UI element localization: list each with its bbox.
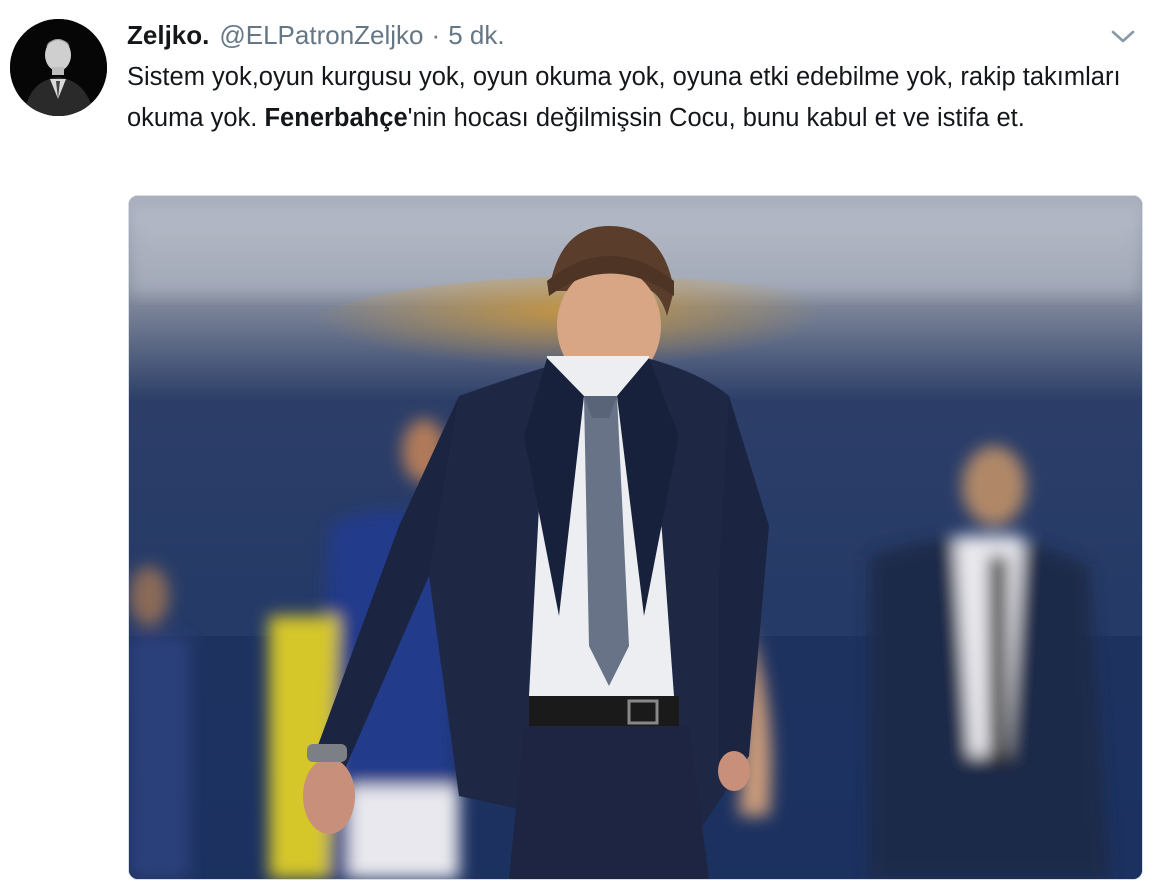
hashtag-keyword[interactable]: Fenerbahçe [264, 104, 407, 132]
tweet-header: Zeljko. @ELPatronZeljko · 5 dk. [127, 17, 505, 53]
timestamp[interactable]: 5 dk. [448, 17, 504, 53]
photo-image [129, 196, 1142, 879]
tweet: Zeljko. @ELPatronZeljko · 5 dk. Sistem y… [0, 0, 1160, 890]
tweet-text: Sistem yok,oyun kurgusu yok, oyun okuma … [127, 57, 1147, 139]
avatar-image [10, 19, 107, 116]
user-handle[interactable]: @ELPatronZeljko [219, 17, 423, 53]
display-name[interactable]: Zeljko. [127, 17, 209, 53]
tweet-text-part2: 'nin hocası değilmişsin Cocu, bunu kabul… [407, 104, 1025, 132]
separator-dot: · [431, 20, 441, 50]
avatar[interactable] [10, 19, 107, 116]
tweet-photo[interactable] [128, 195, 1143, 880]
chevron-down-icon[interactable] [1108, 22, 1138, 52]
